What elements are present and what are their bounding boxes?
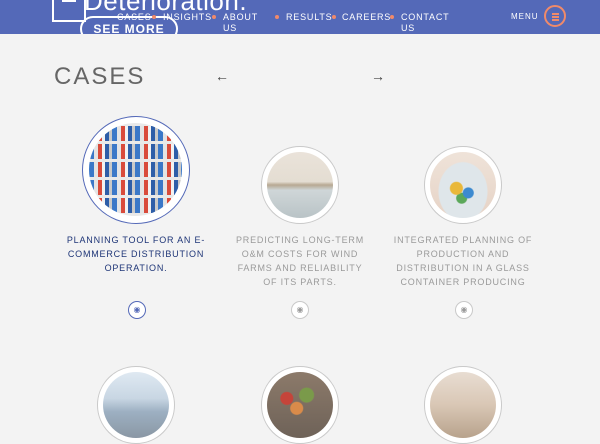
menu-label[interactable]: MENU	[511, 12, 539, 21]
case-image-building[interactable]	[97, 366, 175, 444]
next-arrow-icon[interactable]: →	[371, 68, 385, 84]
case-title[interactable]: INTEGRATED PLANNING OF PRODUCTION AND DI…	[393, 233, 533, 289]
nav-separator-dot	[152, 15, 156, 19]
case-view-icon[interactable]: ◉	[291, 301, 309, 319]
page-title: CASES	[54, 63, 146, 90]
nav-cases[interactable]: CASES	[117, 12, 152, 23]
case-image-coastline[interactable]	[261, 146, 339, 224]
hamburger-menu-icon[interactable]	[544, 5, 566, 27]
nav-separator-dot	[332, 15, 336, 19]
nav-insights[interactable]: INSIGHTS	[163, 12, 212, 23]
case-view-icon[interactable]: ◉	[128, 301, 146, 319]
nav-results[interactable]: RESULTS	[286, 12, 332, 23]
case-image-glass-jar[interactable]	[424, 146, 502, 224]
case-view-icon[interactable]: ◉	[455, 301, 473, 319]
case-title[interactable]: PLANNING TOOL FOR AN E-COMMERCE DISTRIBU…	[66, 233, 206, 275]
nav-about-us[interactable]: ABOUT US	[223, 12, 263, 34]
nav-separator-dot	[390, 15, 394, 19]
case-image-market[interactable]	[261, 366, 339, 444]
nav-separator-dot	[212, 15, 216, 19]
case-image-supermarket[interactable]	[82, 116, 190, 224]
logo[interactable]	[52, 0, 86, 22]
nav-separator-dot	[275, 15, 279, 19]
case-image-warehouse[interactable]	[424, 366, 502, 444]
site-header: Deterioration. SEE MORE CASES INSIGHTS A…	[0, 0, 600, 34]
nav-careers[interactable]: CAREERS	[342, 12, 391, 23]
case-title[interactable]: PREDICTING LONG-TERM O&M COSTS FOR WIND …	[230, 233, 370, 289]
prev-arrow-icon[interactable]: ←	[215, 68, 229, 84]
nav-contact-us[interactable]: CONTACT US	[401, 12, 451, 34]
